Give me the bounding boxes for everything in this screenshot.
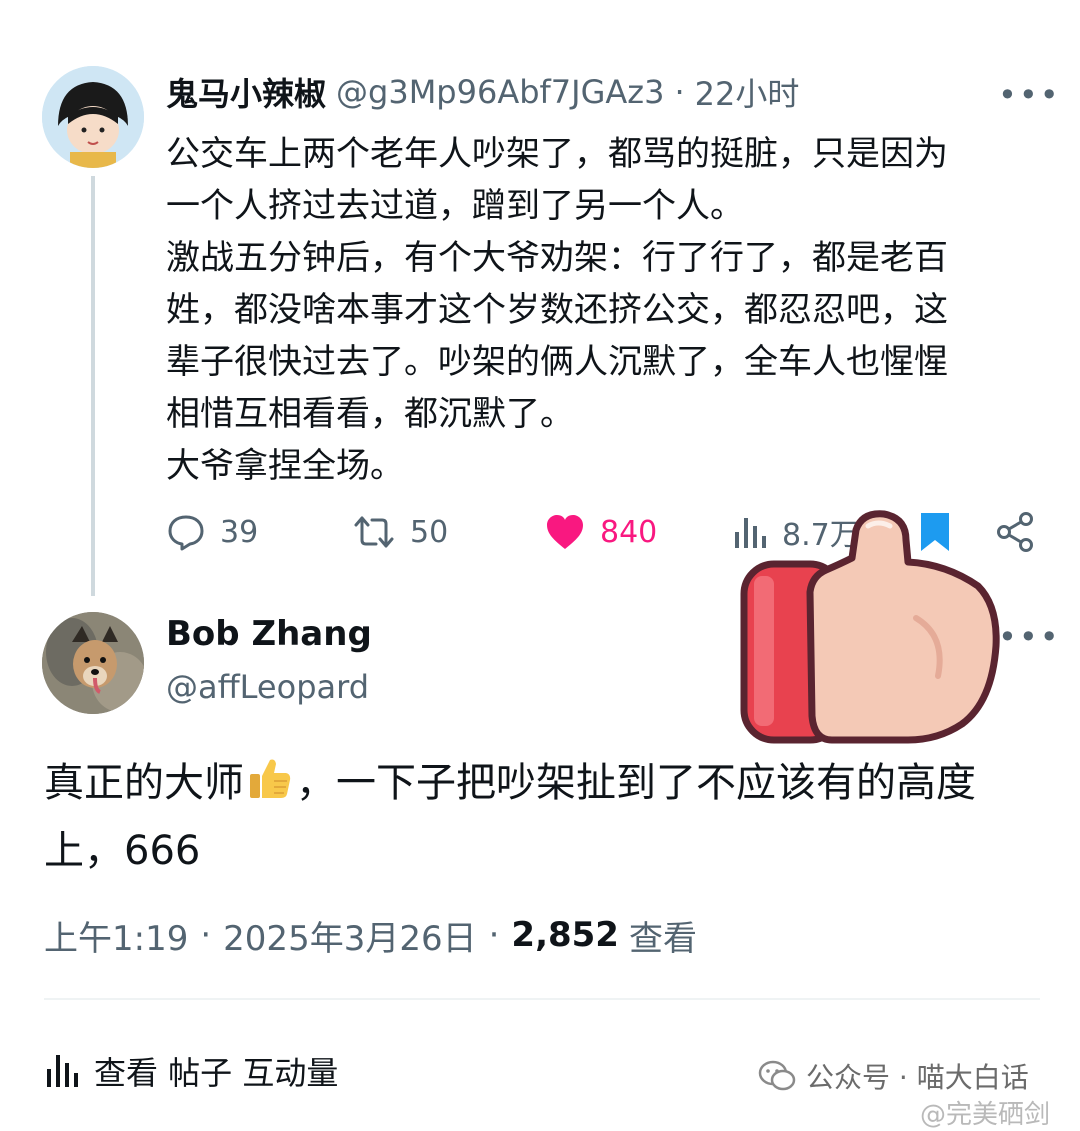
tweet-text: 公交车上两个老年人吵架了，都骂的挺脏，只是因为 一个人挤过去过道，蹭到了另一个人… [166, 128, 1046, 492]
divider [44, 998, 1040, 1000]
thumbs-up-icon [246, 754, 294, 820]
author-name[interactable]: 鬼马小辣椒 [166, 69, 326, 115]
like-button[interactable]: 840 [544, 504, 657, 560]
reply-author-name[interactable]: Bob Zhang [166, 614, 372, 654]
tweet-header: 鬼马小辣椒 @g3Mp96Abf7JGAz3 · 22小时 [166, 68, 799, 116]
reply-more-options-icon[interactable]: ••• [998, 618, 1061, 656]
retweet-count: 50 [410, 514, 449, 550]
reply-text-line: 上，666 [44, 828, 201, 874]
reply-text-part: 真正的大师 [44, 760, 244, 806]
share-button[interactable] [996, 504, 1050, 560]
view-engagement-label: 查看 帖子 互动量 [94, 1054, 339, 1092]
tweet-text-line: 相惜互相看看，都沉默了。 [166, 394, 574, 434]
thumbs-up-sticker-icon [740, 506, 1002, 746]
reply-count: 39 [220, 514, 259, 550]
reply-button[interactable]: 39 [166, 504, 258, 560]
reply-date[interactable]: 2025年3月26日 [223, 911, 476, 960]
reply-meta: 上午1:19 · 2025年3月26日 · 2,852 查看 [44, 910, 697, 960]
retweet-button[interactable]: 50 [352, 504, 448, 560]
view-engagement-button[interactable]: 查看 帖子 互动量 [44, 1046, 338, 1096]
wechat-icon [758, 1060, 796, 1091]
more-options-icon[interactable]: ••• [998, 76, 1061, 114]
reply-time[interactable]: 上午1:19 [44, 911, 188, 960]
tweet-text-line: 一个人挤过去过道，蹭到了另一个人。 [166, 186, 744, 226]
reply-author-avatar[interactable] [42, 612, 144, 714]
bar-chart-icon [47, 1055, 78, 1087]
separator-dot: · [488, 915, 500, 955]
reply-text-part: ，一下子把吵架扯到了不应该有的高度 [296, 760, 976, 806]
heart-icon [547, 515, 583, 549]
reply-author-handle[interactable]: @affLeopard [166, 668, 369, 706]
reply-icon [168, 515, 204, 551]
tweet-text-line: 姓，都没啥本事才这个岁数还挤公交，都忍忍吧，这 [166, 290, 948, 330]
separator-dot: · [674, 73, 685, 111]
reply-view-count: 2,852 [511, 915, 619, 955]
author-handle[interactable]: @g3Mp96Abf7JGAz3 [336, 73, 664, 111]
thread-line [91, 176, 95, 596]
reply-view-label: 查看 [628, 918, 697, 959]
share-icon [997, 512, 1033, 552]
separator-dot: · [200, 915, 212, 955]
reply-text: 真正的大师 ，一下子把吵架扯到了不应该有的高度 上，666 [44, 752, 1044, 882]
author-avatar[interactable] [42, 66, 144, 168]
watermark-secondary: @完美硒剑 [920, 1100, 1051, 1130]
reply-text-line: 真正的大师 ，一下子把吵架扯到了不应该有的高度 [44, 752, 1044, 820]
tweet-text-line: 公交车上两个老年人吵架了，都骂的挺脏，只是因为 [166, 134, 948, 174]
tweet-time[interactable]: 22小时 [695, 69, 800, 115]
like-count: 840 [600, 514, 658, 550]
watermark: 公众号 · 喵大白话 [758, 1054, 1029, 1098]
tweet-text-line: 激战五分钟后，有个大爷劝架：行了行了，都是老百 [166, 238, 948, 278]
retweet-icon [354, 516, 394, 548]
tweet-text-line: 大爷拿捏全场。 [166, 446, 404, 486]
tweet-text-line: 辈子很快过去了。吵架的俩人沉默了，全车人也惺惺 [166, 342, 948, 382]
watermark-text: 公众号 · 喵大白话 [806, 1061, 1029, 1094]
